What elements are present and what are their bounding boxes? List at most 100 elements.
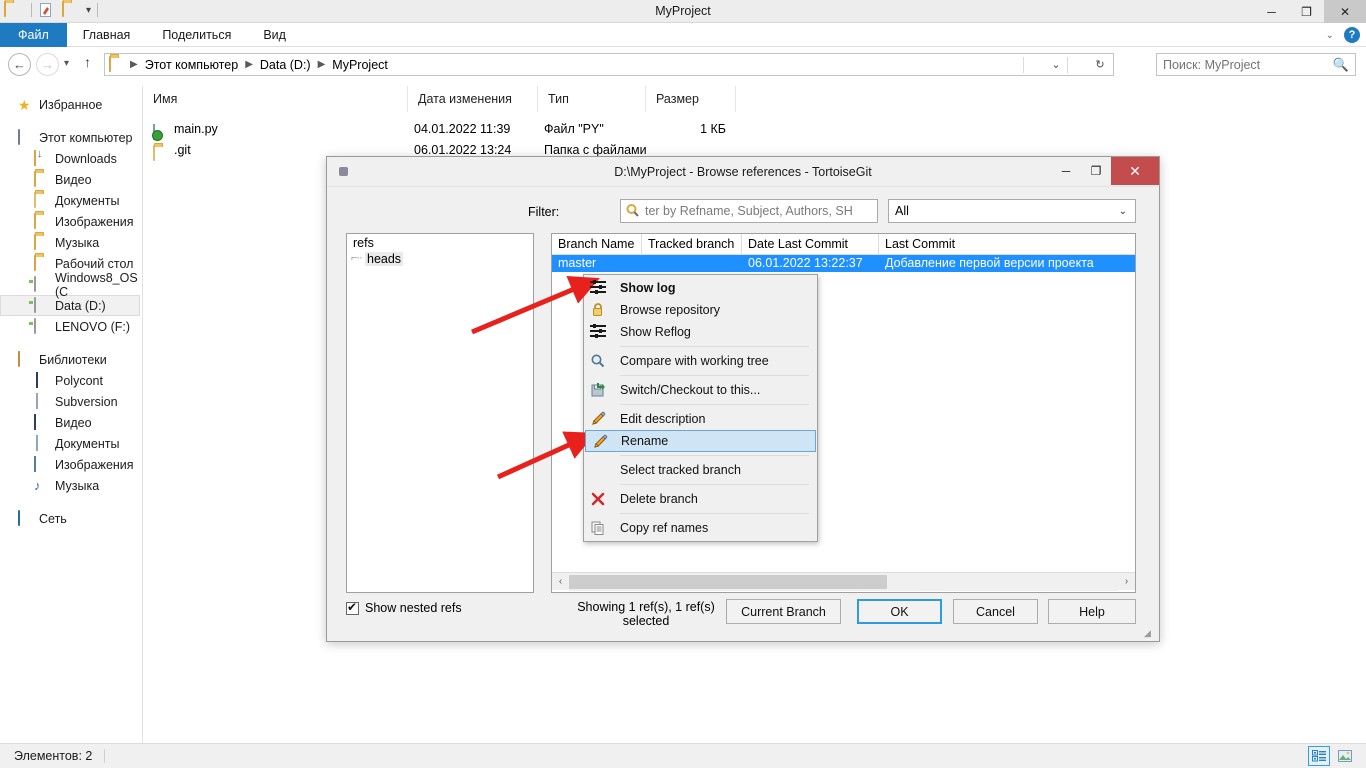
column-header-type[interactable]: Тип [538,86,646,112]
log-icon [590,280,606,296]
search-input[interactable]: Поиск: MyProject 🔍 [1156,53,1356,76]
chevron-down-icon[interactable]: ⌄ [1326,30,1334,41]
sidebar-item-favorites[interactable]: ★ Избранное [0,94,142,115]
sidebar-item-video[interactable]: Видео [0,169,142,190]
dialog-minimize-button[interactable]: ─ [1051,157,1081,185]
sidebar-label: Избранное [39,97,103,112]
filter-input[interactable]: ter by Refname, Subject, Authors, SH [620,199,878,223]
recent-locations-icon[interactable]: ▾ [64,58,69,69]
sidebar-item-network[interactable]: Сеть [0,508,142,529]
column-header-extra[interactable] [736,86,836,112]
close-button[interactable]: ✕ [1324,0,1366,23]
dialog-close-button[interactable]: ✕ [1111,157,1159,185]
video-folder-icon [34,170,50,188]
column-header-date-last-commit[interactable]: Date Last Commit [742,234,879,255]
sidebar-item-polycont[interactable]: Polycont [0,370,142,391]
context-menu-item-copy-ref-names[interactable]: Copy ref names [584,517,817,539]
sidebar-item-this-pc[interactable]: Этот компьютер [0,127,142,148]
context-menu-item-show-log[interactable]: Show log [584,277,817,299]
resize-grip-icon[interactable]: ◢ [1144,628,1156,640]
sidebar-item-lenovo-drive[interactable]: LENOVO (F:) [0,316,142,337]
menu-item-label: Browse repository [620,303,721,317]
back-button[interactable]: ← [8,53,31,76]
sidebar-label: Рабочий стол [55,256,134,271]
column-header-tracked-branch[interactable]: Tracked branch [642,234,742,255]
current-branch-button[interactable]: Current Branch [726,599,841,624]
up-button[interactable]: ↑ [84,54,91,70]
library-icon [18,350,34,368]
context-menu-item-browse-repository[interactable]: Browse repository [584,299,817,321]
pencil-icon [590,411,606,427]
tree-node-refs[interactable]: refs [347,234,533,250]
cancel-button[interactable]: Cancel [953,599,1038,624]
scroll-left-icon[interactable]: ‹ [552,576,569,587]
context-menu-item-compare-with-working-tree[interactable]: Compare with working tree [584,350,817,372]
column-header-modified[interactable]: Дата изменения [408,86,538,112]
breadcrumb-item-myproject[interactable]: MyProject [328,57,392,73]
address-dropdown-icon[interactable]: ⌄ [1045,58,1067,71]
context-menu-item-show-reflog[interactable]: Show Reflog [584,321,817,343]
minimize-button[interactable]: ─ [1254,0,1289,23]
ok-button[interactable]: OK [857,599,942,624]
breadcrumb-item-this-pc[interactable]: Этот компьютер [141,57,242,73]
sidebar-item-subversion[interactable]: Subversion [0,391,142,412]
details-view-icon[interactable] [1308,746,1330,766]
show-nested-refs-checkbox[interactable]: Show nested refs [346,600,462,615]
column-header-branch-name[interactable]: Branch Name [552,234,642,255]
dialog-maximize-button[interactable]: ❐ [1081,157,1111,185]
table-row[interactable]: main.py 04.01.2022 11:39 Файл "PY" 1 КБ [143,119,1366,140]
breadcrumb-item-data-drive[interactable]: Data (D:) [256,57,315,73]
sidebar-item-libraries[interactable]: Библиотеки [0,349,142,370]
branch-list-horizontal-scrollbar[interactable]: ‹ › [552,572,1135,591]
tab-view[interactable]: Вид [247,23,302,47]
help-button[interactable]: Help [1048,599,1136,624]
sidebar-item-pictures-library[interactable]: Изображения [0,454,142,475]
help-icon[interactable]: ? [1344,27,1360,43]
scrollbar-track[interactable] [569,572,1118,591]
sidebar-item-windows8-os[interactable]: Windows8_OS (C [0,271,142,299]
menu-item-label: Select tracked branch [620,463,741,477]
column-header-size[interactable]: Размер [646,86,736,112]
sidebar-item-documents[interactable]: Документы [0,190,142,211]
maximize-button[interactable]: ❐ [1289,0,1324,23]
sidebar-item-video-library[interactable]: Видео [0,412,142,433]
tab-file[interactable]: Файл [0,23,67,47]
folder-icon [153,143,169,161]
context-menu-item-delete-branch[interactable]: Delete branch [584,488,817,510]
context-menu-item-switch-checkout[interactable]: Switch/Checkout to this... [584,379,817,401]
forward-button[interactable]: → [36,53,59,76]
status-divider [104,749,106,763]
filter-label: Filter: [528,205,560,219]
context-menu-item-edit-description[interactable]: Edit description [584,408,817,430]
downloads-folder-icon [34,149,50,167]
breadcrumb-divider [1023,56,1045,73]
breadcrumb-separator: ▶ [245,59,253,70]
column-header-name[interactable]: Имя [143,86,408,112]
context-menu-item-select-tracked-branch[interactable]: Select tracked branch [584,459,817,481]
column-header-last-commit[interactable]: Last Commit [879,234,1135,255]
sidebar-item-music-library[interactable]: ♪ Музыка [0,475,142,496]
sidebar-item-documents-library[interactable]: Документы [0,433,142,454]
search-icon[interactable]: 🔍 [1333,57,1349,73]
refs-tree-panel[interactable]: refs ⌐·· heads [346,233,534,593]
copy-icon [590,520,606,536]
tab-share[interactable]: Поделиться [146,23,247,47]
refresh-icon[interactable]: ↻ [1089,58,1111,71]
context-menu-item-rename[interactable]: Rename [585,430,816,452]
documents-folder-icon [34,191,50,209]
desktop-folder-icon [34,254,50,272]
sidebar-item-pictures[interactable]: Изображения [0,211,142,232]
tab-home[interactable]: Главная [67,23,147,47]
table-row[interactable]: master 06.01.2022 13:22:37 Добавление пе… [552,255,1135,272]
breadcrumb[interactable]: ▶ Этот компьютер ▶ Data (D:) ▶ MyProject… [104,53,1114,76]
delete-x-icon [590,491,606,507]
filter-scope-select[interactable]: All ⌄ [888,199,1136,223]
tree-node-heads[interactable]: ⌐·· heads [347,252,533,266]
checkbox-icon[interactable] [346,600,359,615]
sidebar-item-downloads[interactable]: Downloads [0,148,142,169]
sidebar-item-music[interactable]: Музыка [0,232,142,253]
thumbnails-view-icon[interactable] [1334,746,1356,766]
sidebar-label: Этот компьютер [39,130,133,145]
scroll-right-icon[interactable]: › [1118,576,1135,587]
scrollbar-thumb[interactable] [569,574,887,589]
